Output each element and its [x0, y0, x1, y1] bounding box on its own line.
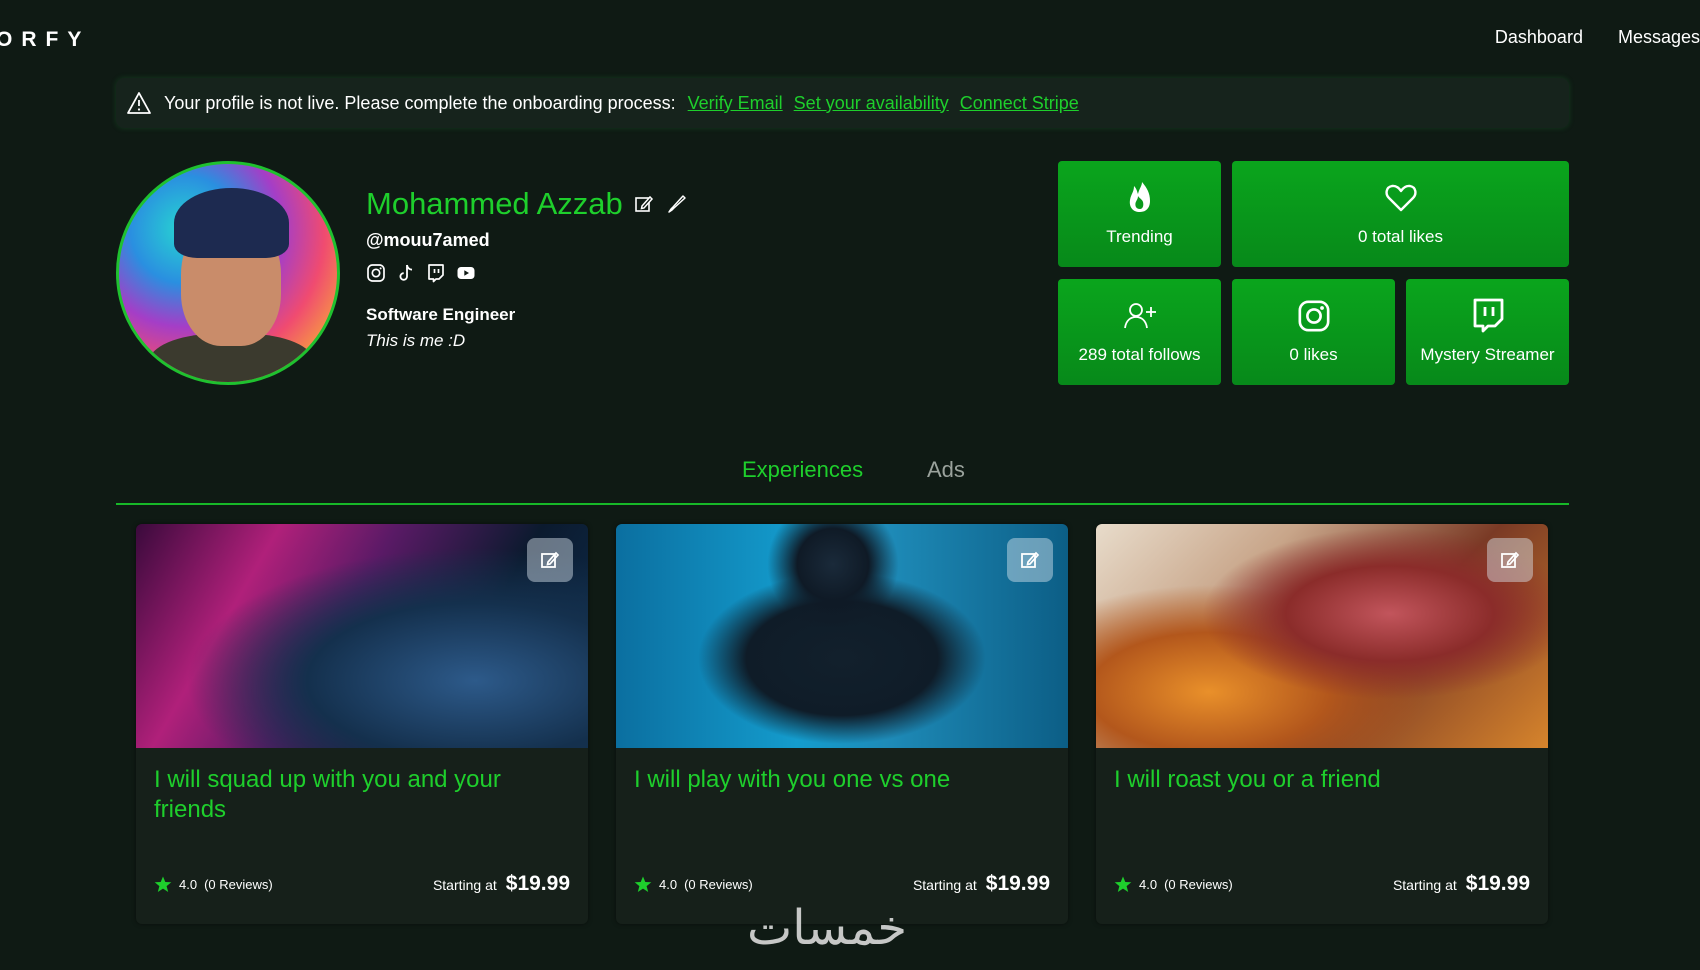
tiktok-icon[interactable] — [396, 263, 416, 283]
social-links — [366, 263, 687, 283]
profile-name: Mohammed Azzab — [366, 186, 623, 221]
edit-icon — [1501, 551, 1520, 568]
price-value: $19.99 — [505, 872, 570, 895]
stat-label: Mystery Streamer — [1420, 345, 1555, 364]
edit-icon — [1021, 551, 1040, 568]
watermark: خمسات — [747, 900, 908, 956]
stat-total-likes[interactable]: 0 total likes — [1232, 161, 1569, 267]
warning-icon — [126, 91, 154, 115]
card-price: Starting at $19.99 — [433, 872, 570, 896]
stat-instagram-likes[interactable]: 0 likes — [1232, 279, 1395, 385]
card-image — [1096, 524, 1548, 748]
price-value: $19.99 — [1465, 872, 1530, 895]
connect-stripe-link[interactable]: Connect Stripe — [960, 93, 1079, 114]
star-icon — [1114, 876, 1132, 892]
card-title[interactable]: I will play with you one vs one — [616, 748, 1068, 858]
card-title[interactable]: I will squad up with you and your friend… — [136, 748, 588, 858]
star-icon — [634, 876, 652, 892]
logo[interactable]: ORFY — [0, 28, 90, 52]
card-title[interactable]: I will roast you or a friend — [1096, 748, 1548, 858]
profile-bio: This is me :D — [366, 331, 466, 350]
review-count: (0 Reviews) — [1164, 876, 1233, 892]
card-rating: 4.0 (0 Reviews) — [1114, 876, 1233, 893]
card-image — [616, 524, 1068, 748]
rating-value: 4.0 — [179, 876, 198, 892]
card-price: Starting at $19.99 — [913, 872, 1050, 896]
rating-value: 4.0 — [659, 876, 678, 892]
profile-info: Mohammed Azzab @mouu7amed Software Engin… — [366, 186, 687, 351]
review-count: (0 Reviews) — [684, 876, 753, 892]
stat-total-follows[interactable]: 289 total follows — [1058, 279, 1221, 385]
nav-messages-link[interactable]: Messages — [1618, 27, 1700, 48]
price-label: Starting at — [912, 877, 977, 893]
brush-icon[interactable] — [665, 193, 687, 215]
stat-trending[interactable]: Trending — [1058, 161, 1221, 267]
profile-title: Software Engineer — [366, 305, 516, 324]
instagram-icon — [1297, 299, 1331, 333]
nav-dashboard-link[interactable]: Dashboard — [1495, 27, 1583, 48]
tab-experiences[interactable]: Experiences — [742, 457, 863, 483]
card-rating: 4.0 (0 Reviews) — [154, 876, 273, 893]
stat-label: Trending — [1106, 227, 1173, 246]
youtube-icon[interactable] — [456, 263, 476, 283]
card-rating: 4.0 (0 Reviews) — [634, 876, 753, 893]
edit-button[interactable] — [1487, 538, 1533, 582]
top-nav: Dashboard Messages — [1495, 27, 1700, 48]
edit-button[interactable] — [1007, 538, 1053, 582]
experience-card[interactable]: I will roast you or a friend 4.0 (0 Revi… — [1096, 524, 1548, 924]
rating-value: 4.0 — [1139, 876, 1158, 892]
tab-ads[interactable]: Ads — [927, 457, 965, 483]
price-value: $19.99 — [985, 872, 1050, 895]
alert-message: Your profile is not live. Please complet… — [164, 92, 676, 113]
experience-card[interactable]: I will play with you one vs one 4.0 (0 R… — [616, 524, 1068, 924]
star-icon — [154, 876, 172, 892]
content-tabs: Experiences Ads — [116, 455, 1569, 505]
flame-icon — [1123, 181, 1157, 215]
onboarding-alert: Your profile is not live. Please complet… — [116, 78, 1569, 128]
card-image — [136, 524, 588, 748]
price-label: Starting at — [1392, 877, 1457, 893]
stat-label: 0 likes — [1289, 345, 1338, 364]
price-label: Starting at — [432, 877, 497, 893]
edit-button[interactable] — [527, 538, 573, 582]
heart-icon — [1384, 181, 1418, 215]
experience-card[interactable]: I will squad up with you and your friend… — [136, 524, 588, 924]
edit-icon[interactable] — [633, 193, 655, 215]
card-price: Starting at $19.99 — [1393, 872, 1530, 896]
instagram-icon[interactable] — [366, 263, 386, 283]
stat-twitch[interactable]: Mystery Streamer — [1406, 279, 1569, 385]
add-user-icon — [1123, 299, 1157, 333]
set-availability-link[interactable]: Set your availability — [794, 93, 949, 114]
review-count: (0 Reviews) — [204, 876, 273, 892]
stat-label: 289 total follows — [1078, 345, 1201, 364]
avatar — [116, 161, 340, 385]
twitch-icon — [1471, 298, 1505, 333]
twitch-icon[interactable] — [426, 263, 446, 283]
stat-label: 0 total likes — [1357, 227, 1444, 246]
profile-handle: @mouu7amed — [366, 230, 490, 250]
edit-icon — [541, 551, 560, 568]
verify-email-link[interactable]: Verify Email — [688, 93, 783, 114]
